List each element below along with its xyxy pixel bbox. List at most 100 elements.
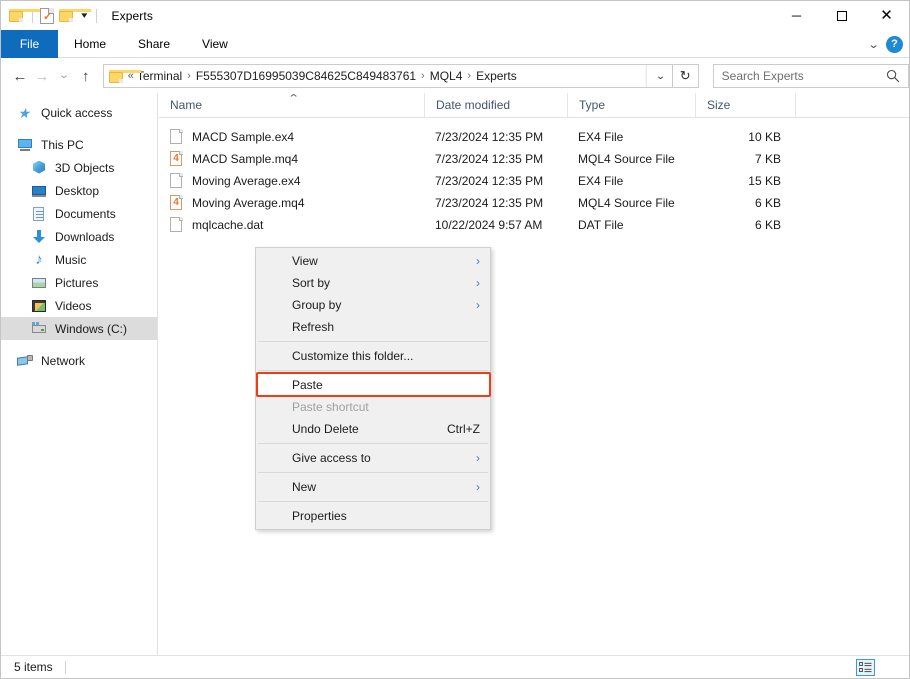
menu-item-view[interactable]: View › (256, 250, 490, 272)
sidebar-item-3d-objects[interactable]: 3D Objects (1, 156, 157, 179)
tab-file[interactable]: File (1, 30, 58, 58)
chevron-right-icon[interactable]: › (416, 70, 430, 82)
help-icon[interactable]: ? (886, 35, 903, 53)
address-bar: ← → ⌄ ↑ « Terminal › F555307D16995039C84… (1, 59, 909, 93)
menu-item-paste-shortcut: Paste shortcut (256, 396, 490, 418)
sidebar-item-label: Downloads (55, 229, 115, 244)
large-icons-view-button[interactable] (879, 659, 898, 676)
maximize-button[interactable] (819, 1, 864, 30)
chevron-down-icon[interactable]: ⌄ (867, 38, 879, 51)
breadcrumb-item-mql4[interactable]: MQL4 (430, 69, 463, 83)
file-name: MACD Sample.mq4 (192, 152, 299, 166)
up-button[interactable]: ↑ (75, 59, 97, 93)
context-menu: View › Sort by › Group by › Refresh Cust… (255, 247, 491, 530)
navigation-pane: Quick access This PC 3D Objects Desktop … (1, 93, 158, 656)
menu-item-sort-by[interactable]: Sort by › (256, 272, 490, 294)
sidebar-item-videos[interactable]: Videos (1, 294, 157, 317)
sidebar-item-documents[interactable]: Documents (1, 202, 157, 225)
table-row[interactable]: mqlcache.dat 10/22/2024 9:57 AM DAT File… (159, 214, 909, 236)
sidebar-item-downloads[interactable]: Downloads (1, 225, 157, 248)
window-controls: ─ ✕ (774, 1, 909, 30)
table-row[interactable]: Moving Average.ex4 7/23/2024 12:35 PM EX… (159, 170, 909, 192)
breadcrumb-item-instance-id[interactable]: F555307D16995039C84625C849483761 (196, 69, 416, 83)
file-explorer-window: ✓ ▾ Experts ─ ✕ File Home Share View ⌄ ?… (0, 0, 910, 679)
sidebar-item-label: 3D Objects (55, 160, 115, 175)
search-input[interactable]: Search Experts (712, 64, 909, 88)
menu-item-undo-delete[interactable]: Undo Delete Ctrl+Z (256, 418, 490, 440)
table-row[interactable]: 4 MACD Sample.mq4 7/23/2024 12:35 PM MQL… (159, 148, 909, 170)
menu-item-give-access-to[interactable]: Give access to › (256, 447, 490, 469)
breadcrumb-item-terminal[interactable]: Terminal (137, 69, 182, 83)
menu-item-paste[interactable]: Paste (256, 374, 490, 396)
table-row[interactable]: 4 Moving Average.mq4 7/23/2024 12:35 PM … (159, 192, 909, 214)
chevron-right-icon: › (476, 298, 480, 312)
ribbon-right-controls: ⌄ ? (867, 30, 903, 58)
new-folder-icon[interactable] (59, 9, 91, 22)
chevron-right-icon[interactable]: › (462, 70, 476, 82)
item-count-label: 5 items (14, 660, 53, 674)
mq4-file-icon: 4 (170, 151, 183, 167)
pictures-icon (31, 275, 47, 291)
menu-item-label: View (292, 254, 318, 268)
tab-home[interactable]: Home (58, 30, 122, 58)
column-header-type[interactable]: Type (567, 92, 695, 118)
file-type-cell: DAT File (578, 218, 624, 232)
address-input[interactable]: « Terminal › F555307D16995039C84625C8494… (102, 64, 674, 88)
column-header-row: Name Date modified Type Size ⌃ (159, 92, 909, 118)
column-header-date-modified[interactable]: Date modified (424, 92, 567, 118)
sidebar-item-pictures[interactable]: Pictures (1, 271, 157, 294)
file-name: MACD Sample.ex4 (192, 130, 295, 144)
tab-share[interactable]: Share (122, 30, 186, 58)
chevron-right-icon: › (476, 480, 480, 494)
sidebar-item-quick-access[interactable]: Quick access (1, 101, 157, 124)
menu-item-properties[interactable]: Properties (256, 505, 490, 527)
tab-view[interactable]: View (186, 30, 244, 58)
search-placeholder: Search Experts (721, 69, 804, 83)
downloads-icon (31, 229, 47, 245)
close-button[interactable]: ✕ (864, 1, 909, 30)
file-size-cell: 7 KB (754, 152, 781, 166)
menu-item-label: Paste shortcut (292, 400, 369, 414)
menu-item-refresh[interactable]: Refresh (256, 316, 490, 338)
generic-file-icon (170, 217, 183, 233)
column-header-size[interactable]: Size (695, 92, 795, 118)
breadcrumb-item-experts[interactable]: Experts (476, 69, 517, 83)
sidebar-item-windows-c[interactable]: Windows (C:) (1, 317, 157, 340)
sidebar-item-label: Videos (55, 298, 92, 313)
close-icon: ✕ (880, 7, 893, 24)
3d-objects-icon (31, 160, 47, 176)
file-name: Moving Average.mq4 (192, 196, 305, 210)
details-view-icon (859, 661, 872, 672)
refresh-button[interactable]: ↻ (672, 64, 699, 88)
column-header-filler (795, 92, 909, 118)
menu-separator (258, 472, 488, 473)
menu-item-label: Properties (292, 509, 347, 523)
sidebar-item-label: This PC (41, 137, 84, 152)
chevron-right-icon[interactable]: › (182, 70, 196, 82)
chevron-down-icon[interactable]: ▾ (79, 11, 91, 20)
star-icon (17, 105, 33, 121)
recent-locations-button[interactable]: ⌄ (50, 59, 77, 93)
videos-icon (31, 298, 47, 314)
sidebar-item-music[interactable]: ♪ Music (1, 248, 157, 271)
back-button[interactable]: ← (9, 59, 31, 93)
address-dropdown-icon[interactable]: ⌄ (645, 65, 674, 87)
file-type-cell: MQL4 Source File (578, 196, 675, 210)
file-name-cell: mqlcache.dat (159, 217, 424, 233)
network-icon (17, 353, 33, 369)
details-view-button[interactable] (856, 658, 875, 676)
folder-icon[interactable] (9, 9, 41, 22)
menu-item-group-by[interactable]: Group by › (256, 294, 490, 316)
menu-item-new[interactable]: New › (256, 476, 490, 498)
file-name: Moving Average.ex4 (192, 174, 301, 188)
menu-item-customize-this-folder[interactable]: Customize this folder... (256, 345, 490, 367)
minimize-button[interactable]: ─ (774, 1, 819, 30)
sidebar-item-desktop[interactable]: Desktop (1, 179, 157, 202)
properties-document-icon[interactable]: ✓ (40, 7, 54, 24)
drive-icon (31, 321, 47, 337)
sidebar-item-this-pc[interactable]: This PC (1, 133, 157, 156)
music-icon: ♪ (35, 250, 43, 268)
sidebar-item-network[interactable]: Network (1, 349, 157, 372)
sort-ascending-icon: ⌃ (287, 93, 301, 105)
table-row[interactable]: MACD Sample.ex4 7/23/2024 12:35 PM EX4 F… (159, 126, 909, 148)
